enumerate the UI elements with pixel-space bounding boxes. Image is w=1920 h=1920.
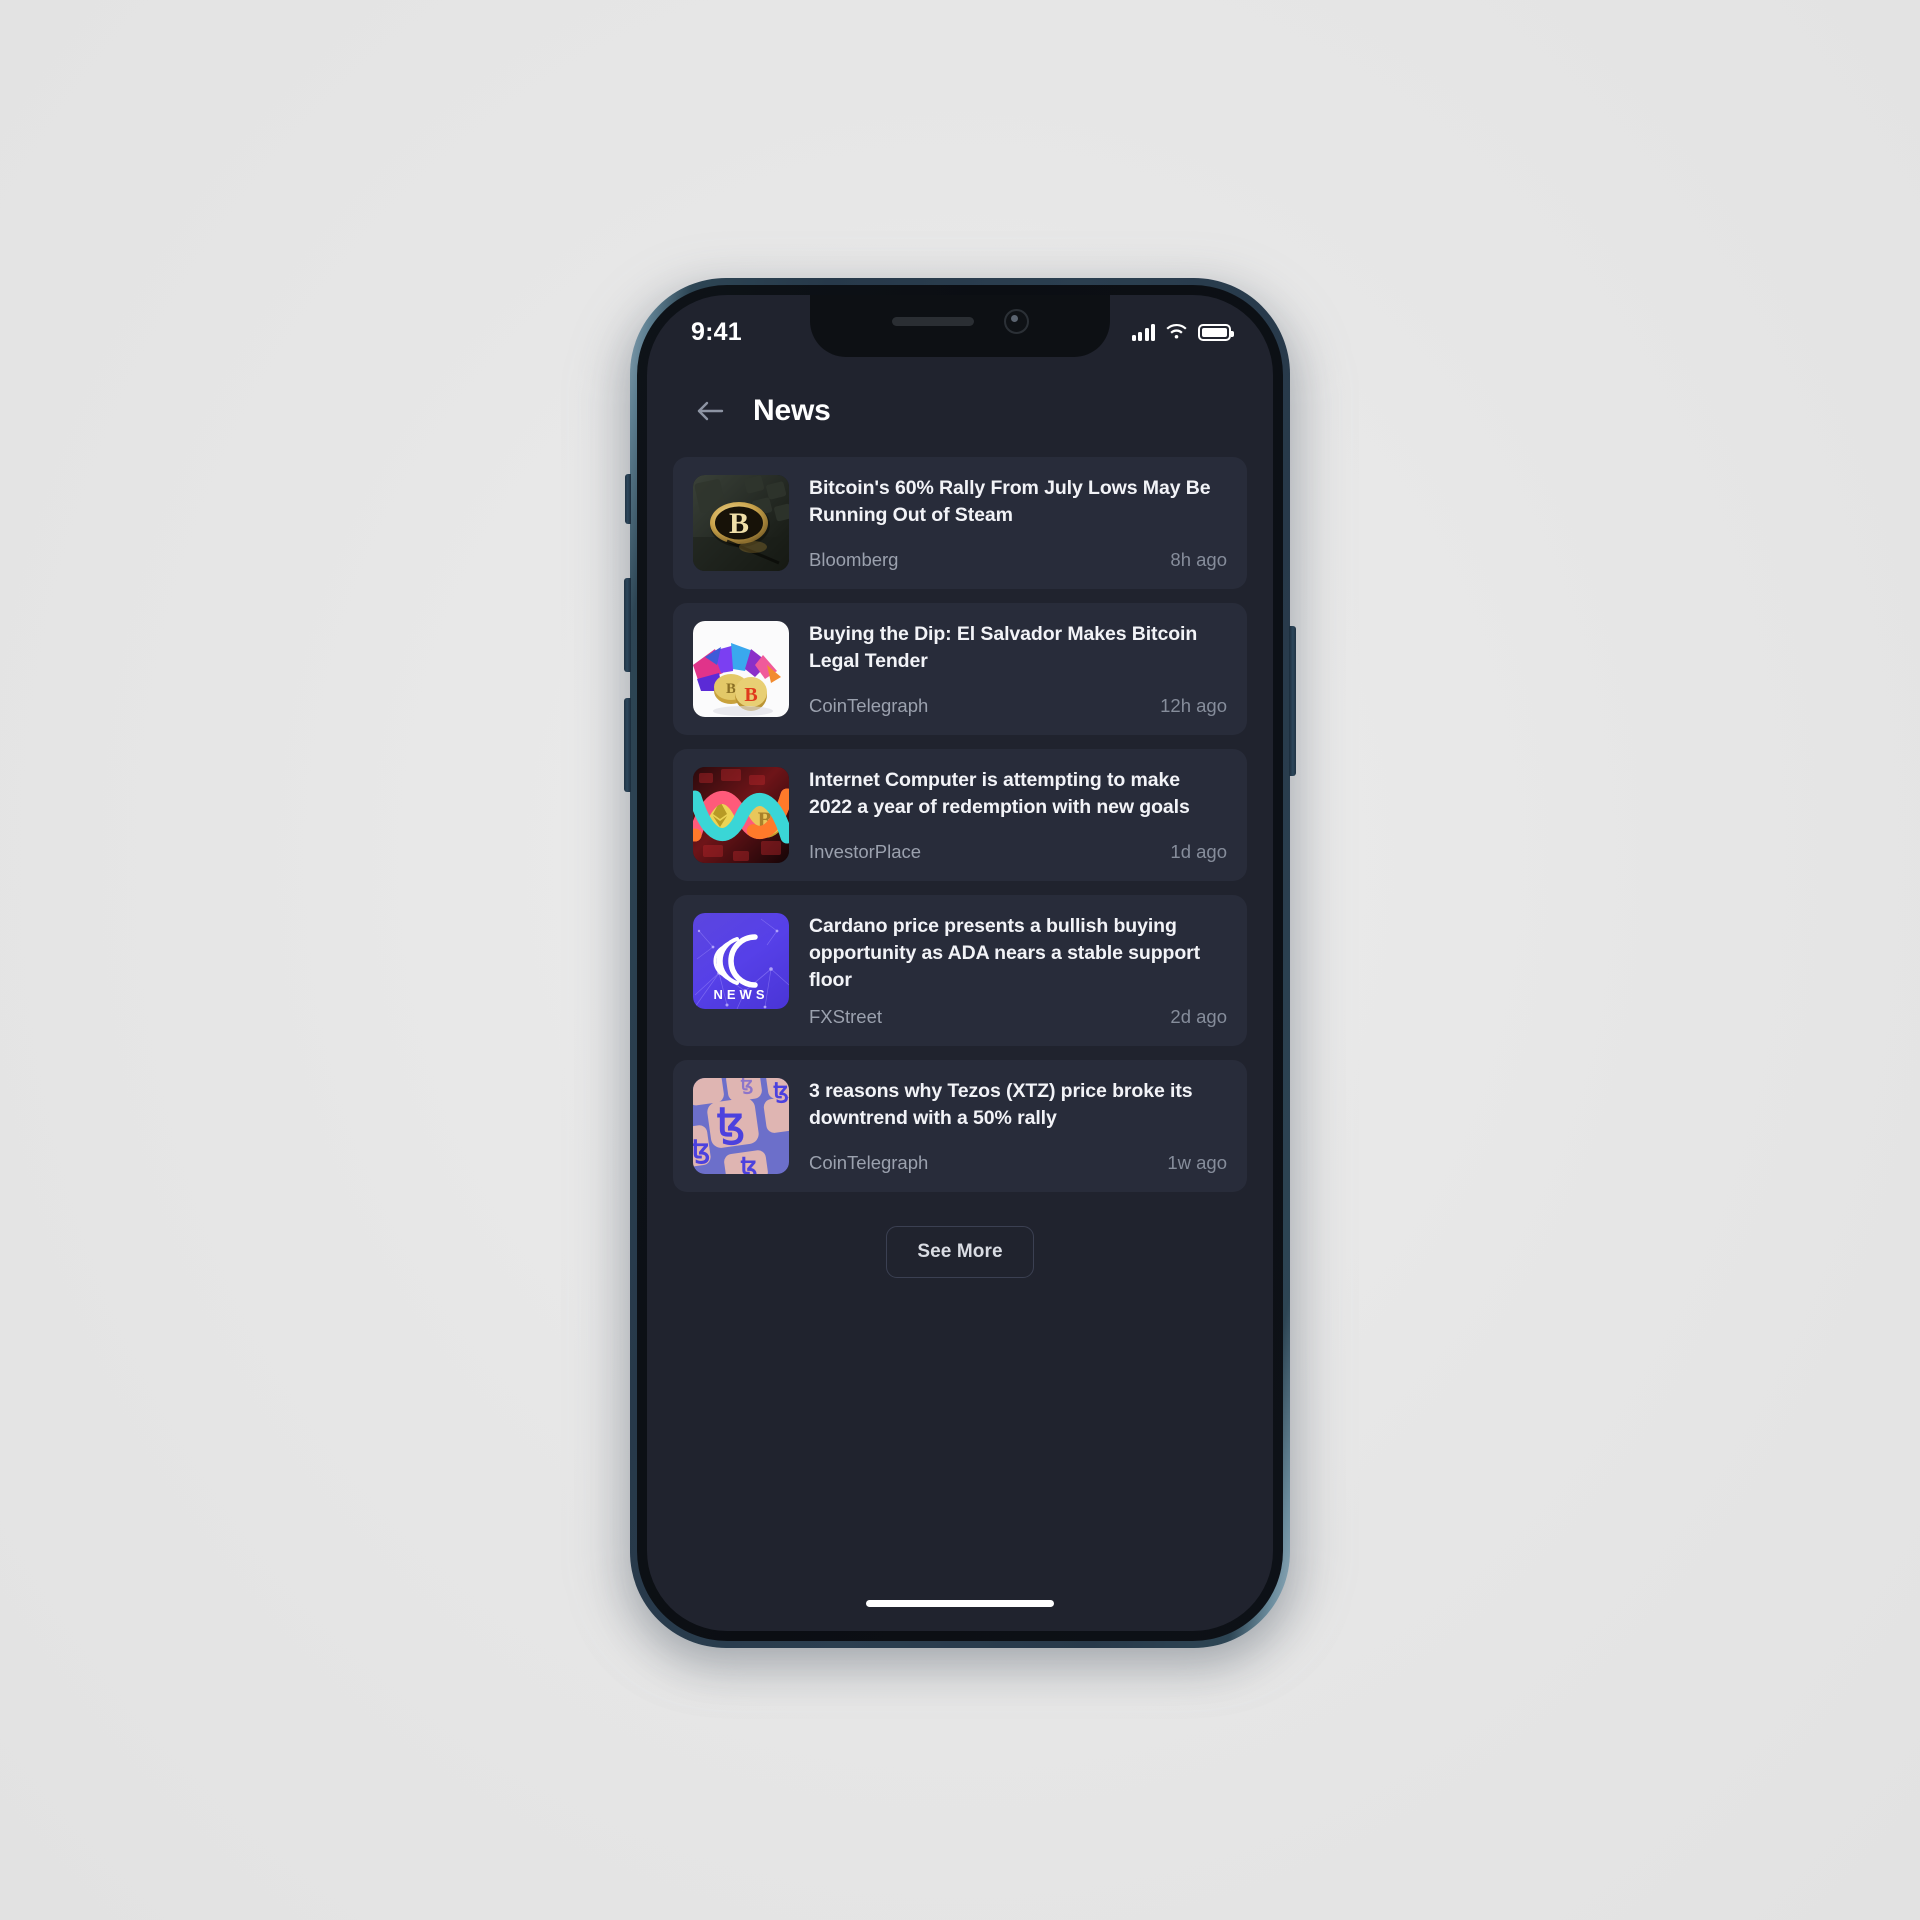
news-card[interactable]: B Internet Computer is attempting to mak…: [673, 749, 1247, 881]
phone-screen: 9:41 News B Bitcoin's 60% Rally From Jul…: [647, 295, 1273, 1631]
news-card[interactable]: B B Buying the Dip: El Salvador Makes Bi…: [673, 603, 1247, 735]
status-bar-icons: [1131, 312, 1234, 341]
news-title: Internet Computer is attempting to make …: [809, 769, 1190, 818]
back-button[interactable]: [691, 391, 731, 431]
news-title: Buying the Dip: El Salvador Makes Bitcoi…: [809, 623, 1198, 672]
news-meta: FXStreet 2d ago: [809, 994, 1227, 1028]
svg-text:B: B: [729, 507, 749, 540]
news-content: Bitcoin's 60% Rally From July Lows May B…: [809, 475, 1227, 571]
news-source: FXStreet: [809, 1005, 882, 1027]
notch: [810, 295, 1110, 357]
news-meta: CoinTelegraph 1w ago: [809, 1140, 1227, 1174]
volume-up-button[interactable]: [624, 578, 631, 672]
news-thumbnail-internet-computer: B: [693, 767, 789, 863]
news-meta: CoinTelegraph 12h ago: [809, 683, 1227, 717]
news-source: InvestorPlace: [809, 841, 922, 862]
news-card[interactable]: B Bitcoin's 60% Rally From July Lows May…: [673, 457, 1247, 589]
status-bar-time: 9:41: [691, 317, 742, 346]
page-title: News: [753, 394, 831, 427]
news-title: Bitcoin's 60% Rally From July Lows May B…: [809, 477, 1211, 526]
news-list: B Bitcoin's 60% Rally From July Lows May…: [647, 457, 1273, 1192]
news-timestamp: 8h ago: [1170, 549, 1227, 570]
news-content: 3 reasons why Tezos (XTZ) price broke it…: [809, 1078, 1227, 1174]
news-meta: Bloomberg 8h ago: [809, 537, 1227, 571]
news-meta: InvestorPlace 1d ago: [809, 829, 1227, 863]
see-more-container: See More: [647, 1192, 1273, 1278]
news-card[interactable]: NEWS Cardano price presents a bullish bu…: [673, 895, 1247, 1046]
news-source: Bloomberg: [809, 549, 899, 570]
news-thumbnail-cardano-news-logo: NEWS: [693, 913, 789, 1009]
news-content: Buying the Dip: El Salvador Makes Bitcoi…: [809, 621, 1227, 717]
arrow-left-icon: [697, 401, 724, 421]
front-camera-icon: [1003, 308, 1029, 334]
news-source: CoinTelegraph: [809, 695, 929, 716]
news-thumbnail-tezos-keys: ꜩ ꜩ ꜩ ꜩ ꜩ: [693, 1077, 789, 1174]
volume-down-button[interactable]: [624, 698, 631, 792]
thumbnail-news-label: NEWS: [714, 987, 769, 1002]
news-thumbnail-bitcoin-keyboard: B: [693, 475, 789, 571]
news-title: Cardano price presents a bullish buying …: [809, 915, 1201, 991]
home-indicator[interactable]: [866, 1600, 1054, 1607]
news-title: 3 reasons why Tezos (XTZ) price broke it…: [809, 1079, 1193, 1129]
news-source: CoinTelegraph: [809, 1151, 929, 1173]
news-timestamp: 2d ago: [1170, 1005, 1227, 1027]
phone-device: 9:41 News B Bitcoin's 60% Rally From Jul…: [616, 278, 1304, 1664]
app-header: News: [647, 357, 1273, 457]
svg-text:B: B: [744, 684, 757, 706]
news-thumbnail-el-salvador-coins: B B: [693, 621, 789, 717]
news-content: Cardano price presents a bullish buying …: [809, 913, 1227, 1028]
silent-switch-button[interactable]: [625, 474, 631, 524]
news-timestamp: 1d ago: [1170, 841, 1227, 862]
news-card[interactable]: ꜩ ꜩ ꜩ ꜩ ꜩ 3 reasons why Tezos (XTZ) pric…: [673, 1059, 1247, 1192]
earpiece-speaker-icon: [891, 316, 974, 326]
news-timestamp: 12h ago: [1160, 695, 1227, 716]
wifi-icon: [1166, 323, 1187, 339]
power-button[interactable]: [1289, 626, 1296, 776]
svg-text:B: B: [726, 681, 736, 697]
cellular-signal-icon: [1131, 323, 1155, 341]
battery-full-icon: [1198, 323, 1234, 341]
news-content: Internet Computer is attempting to make …: [809, 767, 1227, 863]
see-more-button[interactable]: See More: [886, 1225, 1034, 1278]
news-timestamp: 1w ago: [1167, 1151, 1227, 1173]
screenshot-canvas: 9:41 News B Bitcoin's 60% Rally From Jul…: [0, 0, 1920, 1920]
